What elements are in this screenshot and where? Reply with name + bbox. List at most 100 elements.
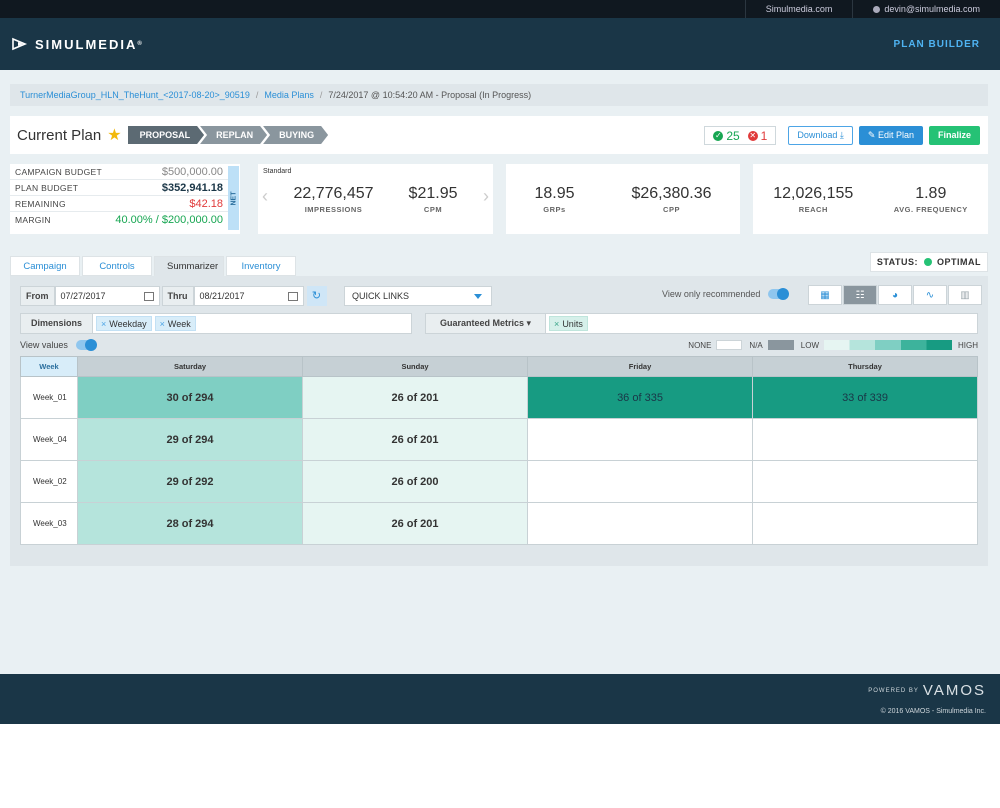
error-icon: ✕ xyxy=(747,130,758,141)
dimensions-field[interactable]: Dimensions × Weekday × Week xyxy=(20,313,412,334)
calendar-icon[interactable] xyxy=(143,291,154,301)
legend-none-swatch xyxy=(716,340,743,350)
dimension-chip[interactable]: × Weekday xyxy=(96,316,152,331)
breadcrumb-separator: / xyxy=(319,90,323,100)
grid-cell[interactable] xyxy=(527,502,753,545)
table-row: Week_04 29 of 294 26 of 201 xyxy=(20,418,978,461)
quick-links-label: QUICK LINKS xyxy=(352,291,410,301)
column-header[interactable]: Thursday xyxy=(752,356,978,377)
grid-cell[interactable]: 36 of 335 xyxy=(527,376,753,419)
simulmedia-link[interactable]: Simulmedia.com xyxy=(744,0,853,18)
step-buying[interactable]: BUYING xyxy=(263,126,328,144)
recommended-toggle[interactable] xyxy=(768,288,790,300)
chevron-left-icon[interactable]: ‹ xyxy=(262,186,268,207)
breadcrumb-campaign[interactable]: TurnerMediaGroup_HLN_TheHunt_<2017-08-20… xyxy=(20,90,250,100)
status-value: OPTIMAL xyxy=(937,257,981,267)
tab-controls[interactable]: Controls xyxy=(82,256,152,276)
recommended-toggle-row: View only recommended xyxy=(662,288,790,300)
tab-summarizer[interactable]: Summarizer xyxy=(154,256,224,276)
view-values-label: View values xyxy=(20,340,68,350)
grid-cell[interactable]: 26 of 201 xyxy=(302,418,528,461)
grid-cell[interactable]: 26 of 200 xyxy=(302,460,528,503)
grid-cell[interactable] xyxy=(752,502,978,545)
column-header[interactable]: Saturday xyxy=(77,356,303,377)
week-label: Week_04 xyxy=(20,418,78,461)
finalize-button[interactable]: Finalize xyxy=(928,126,980,145)
thru-date-value: 08/21/2017 xyxy=(199,291,245,301)
grid-cell[interactable]: 26 of 201 xyxy=(302,376,528,419)
star-icon[interactable]: ★ xyxy=(107,125,121,145)
guaranteed-metrics-field[interactable]: Guaranteed Metrics ▾ × Units xyxy=(425,313,978,334)
grps-metric: 18.95 GRPs xyxy=(534,185,574,214)
chevron-right-icon[interactable]: › xyxy=(483,186,489,207)
grid-cell[interactable] xyxy=(752,460,978,503)
plan-stage-steps: PROPOSAL REPLAN BUYING xyxy=(128,126,325,144)
budget-row: PLAN BUDGET $352,941.18 xyxy=(10,180,228,196)
reach-card: 12,026,155 REACH 1.89 AVG. FREQUENCY xyxy=(753,164,988,234)
edit-icon: ✎ xyxy=(867,130,876,140)
grps-label: GRPs xyxy=(543,204,566,214)
status-label: STATUS: xyxy=(876,257,918,267)
view-values-toggle[interactable] xyxy=(75,339,97,351)
edit-plan-button[interactable]: ✎ Edit Plan xyxy=(858,126,923,145)
edit-plan-label: Edit Plan xyxy=(877,130,914,140)
remove-icon[interactable]: × xyxy=(554,319,559,329)
cpm-metric: $21.95 CPM xyxy=(409,185,458,214)
grid-cell[interactable] xyxy=(527,460,753,503)
tab-campaign[interactable]: Campaign xyxy=(10,256,80,276)
grid-cell[interactable] xyxy=(527,418,753,461)
guaranteed-metrics-dropdown[interactable]: Guaranteed Metrics ▾ xyxy=(426,314,547,333)
tab-inventory[interactable]: Inventory xyxy=(226,256,296,276)
page-title: Current Plan xyxy=(17,126,102,144)
remove-icon[interactable]: × xyxy=(160,319,165,329)
dimension-chip[interactable]: × Week xyxy=(154,316,196,331)
impressions-label: IMPRESSIONS xyxy=(304,204,363,214)
refresh-icon[interactable]: ↻ xyxy=(306,286,327,306)
simulmedia-logo[interactable]: SIMULMEDIA ® xyxy=(12,37,144,52)
budget-row: CAMPAIGN BUDGET $500,000.00 xyxy=(10,164,228,180)
budget-value: $42.18 xyxy=(189,198,223,210)
grid-cell[interactable]: 33 of 339 xyxy=(752,376,978,419)
week-column-header[interactable]: Week xyxy=(20,356,78,377)
grid-cell[interactable]: 28 of 294 xyxy=(77,502,303,545)
legend-high-label: HIGH xyxy=(958,340,978,350)
legend-low-label: LOW xyxy=(800,340,819,350)
from-date-input[interactable]: 07/27/2017 xyxy=(54,286,160,306)
net-toggle-tab[interactable]: NET xyxy=(228,166,239,230)
grid-cell[interactable] xyxy=(752,418,978,461)
grid-cell[interactable]: 29 of 294 xyxy=(77,418,303,461)
app-header: SIMULMEDIA ® PLAN BUILDER xyxy=(0,18,1000,70)
grid-cell[interactable]: 26 of 201 xyxy=(302,502,528,545)
grid-cell[interactable]: 30 of 294 xyxy=(77,376,303,419)
metric-chip[interactable]: × Units xyxy=(549,316,588,331)
bar-chart-icon[interactable]: ▥ xyxy=(948,285,982,305)
legend-none-label: NONE xyxy=(688,340,712,350)
table-view-icon[interactable]: ▦ xyxy=(808,285,842,305)
grid-cell[interactable]: 29 of 292 xyxy=(77,460,303,503)
remove-icon[interactable]: × xyxy=(101,319,106,329)
user-email: devin@simulmedia.com xyxy=(884,4,980,14)
step-replan[interactable]: REPLAN xyxy=(200,126,267,144)
step-proposal[interactable]: PROPOSAL xyxy=(128,126,205,144)
budget-row: REMAINING $42.18 xyxy=(10,196,228,212)
line-chart-icon[interactable]: ∿ xyxy=(913,285,947,305)
column-header[interactable]: Sunday xyxy=(302,356,528,377)
quick-links-dropdown[interactable]: QUICK LINKS xyxy=(344,286,492,306)
column-header[interactable]: Friday xyxy=(527,356,753,377)
breadcrumb-media-plans[interactable]: Media Plans xyxy=(264,90,314,100)
thru-date-input[interactable]: 08/21/2017 xyxy=(193,286,304,306)
reach-label: REACH xyxy=(798,204,828,214)
user-menu[interactable]: devin@simulmedia.com xyxy=(852,0,1000,18)
grid-view-icon[interactable]: ☷ xyxy=(843,285,877,305)
budget-card: CAMPAIGN BUDGET $500,000.00 PLAN BUDGET $3… xyxy=(10,164,240,234)
calendar-icon[interactable] xyxy=(287,291,298,301)
download-button[interactable]: Download ⤓ xyxy=(788,126,853,145)
recommended-label: View only recommended xyxy=(662,289,761,299)
validation-counts[interactable]: ✓ 25 ✕ 1 xyxy=(704,126,777,145)
impressions-value: 22,776,457 xyxy=(293,184,374,202)
plan-builder-link[interactable]: PLAN BUILDER xyxy=(894,39,980,50)
legend-na-label: N/A xyxy=(749,340,763,350)
pie-chart-icon[interactable]: ◕ xyxy=(878,285,912,305)
cpp-label: CPP xyxy=(663,204,680,214)
budget-label: PLAN BUDGET xyxy=(15,183,79,193)
